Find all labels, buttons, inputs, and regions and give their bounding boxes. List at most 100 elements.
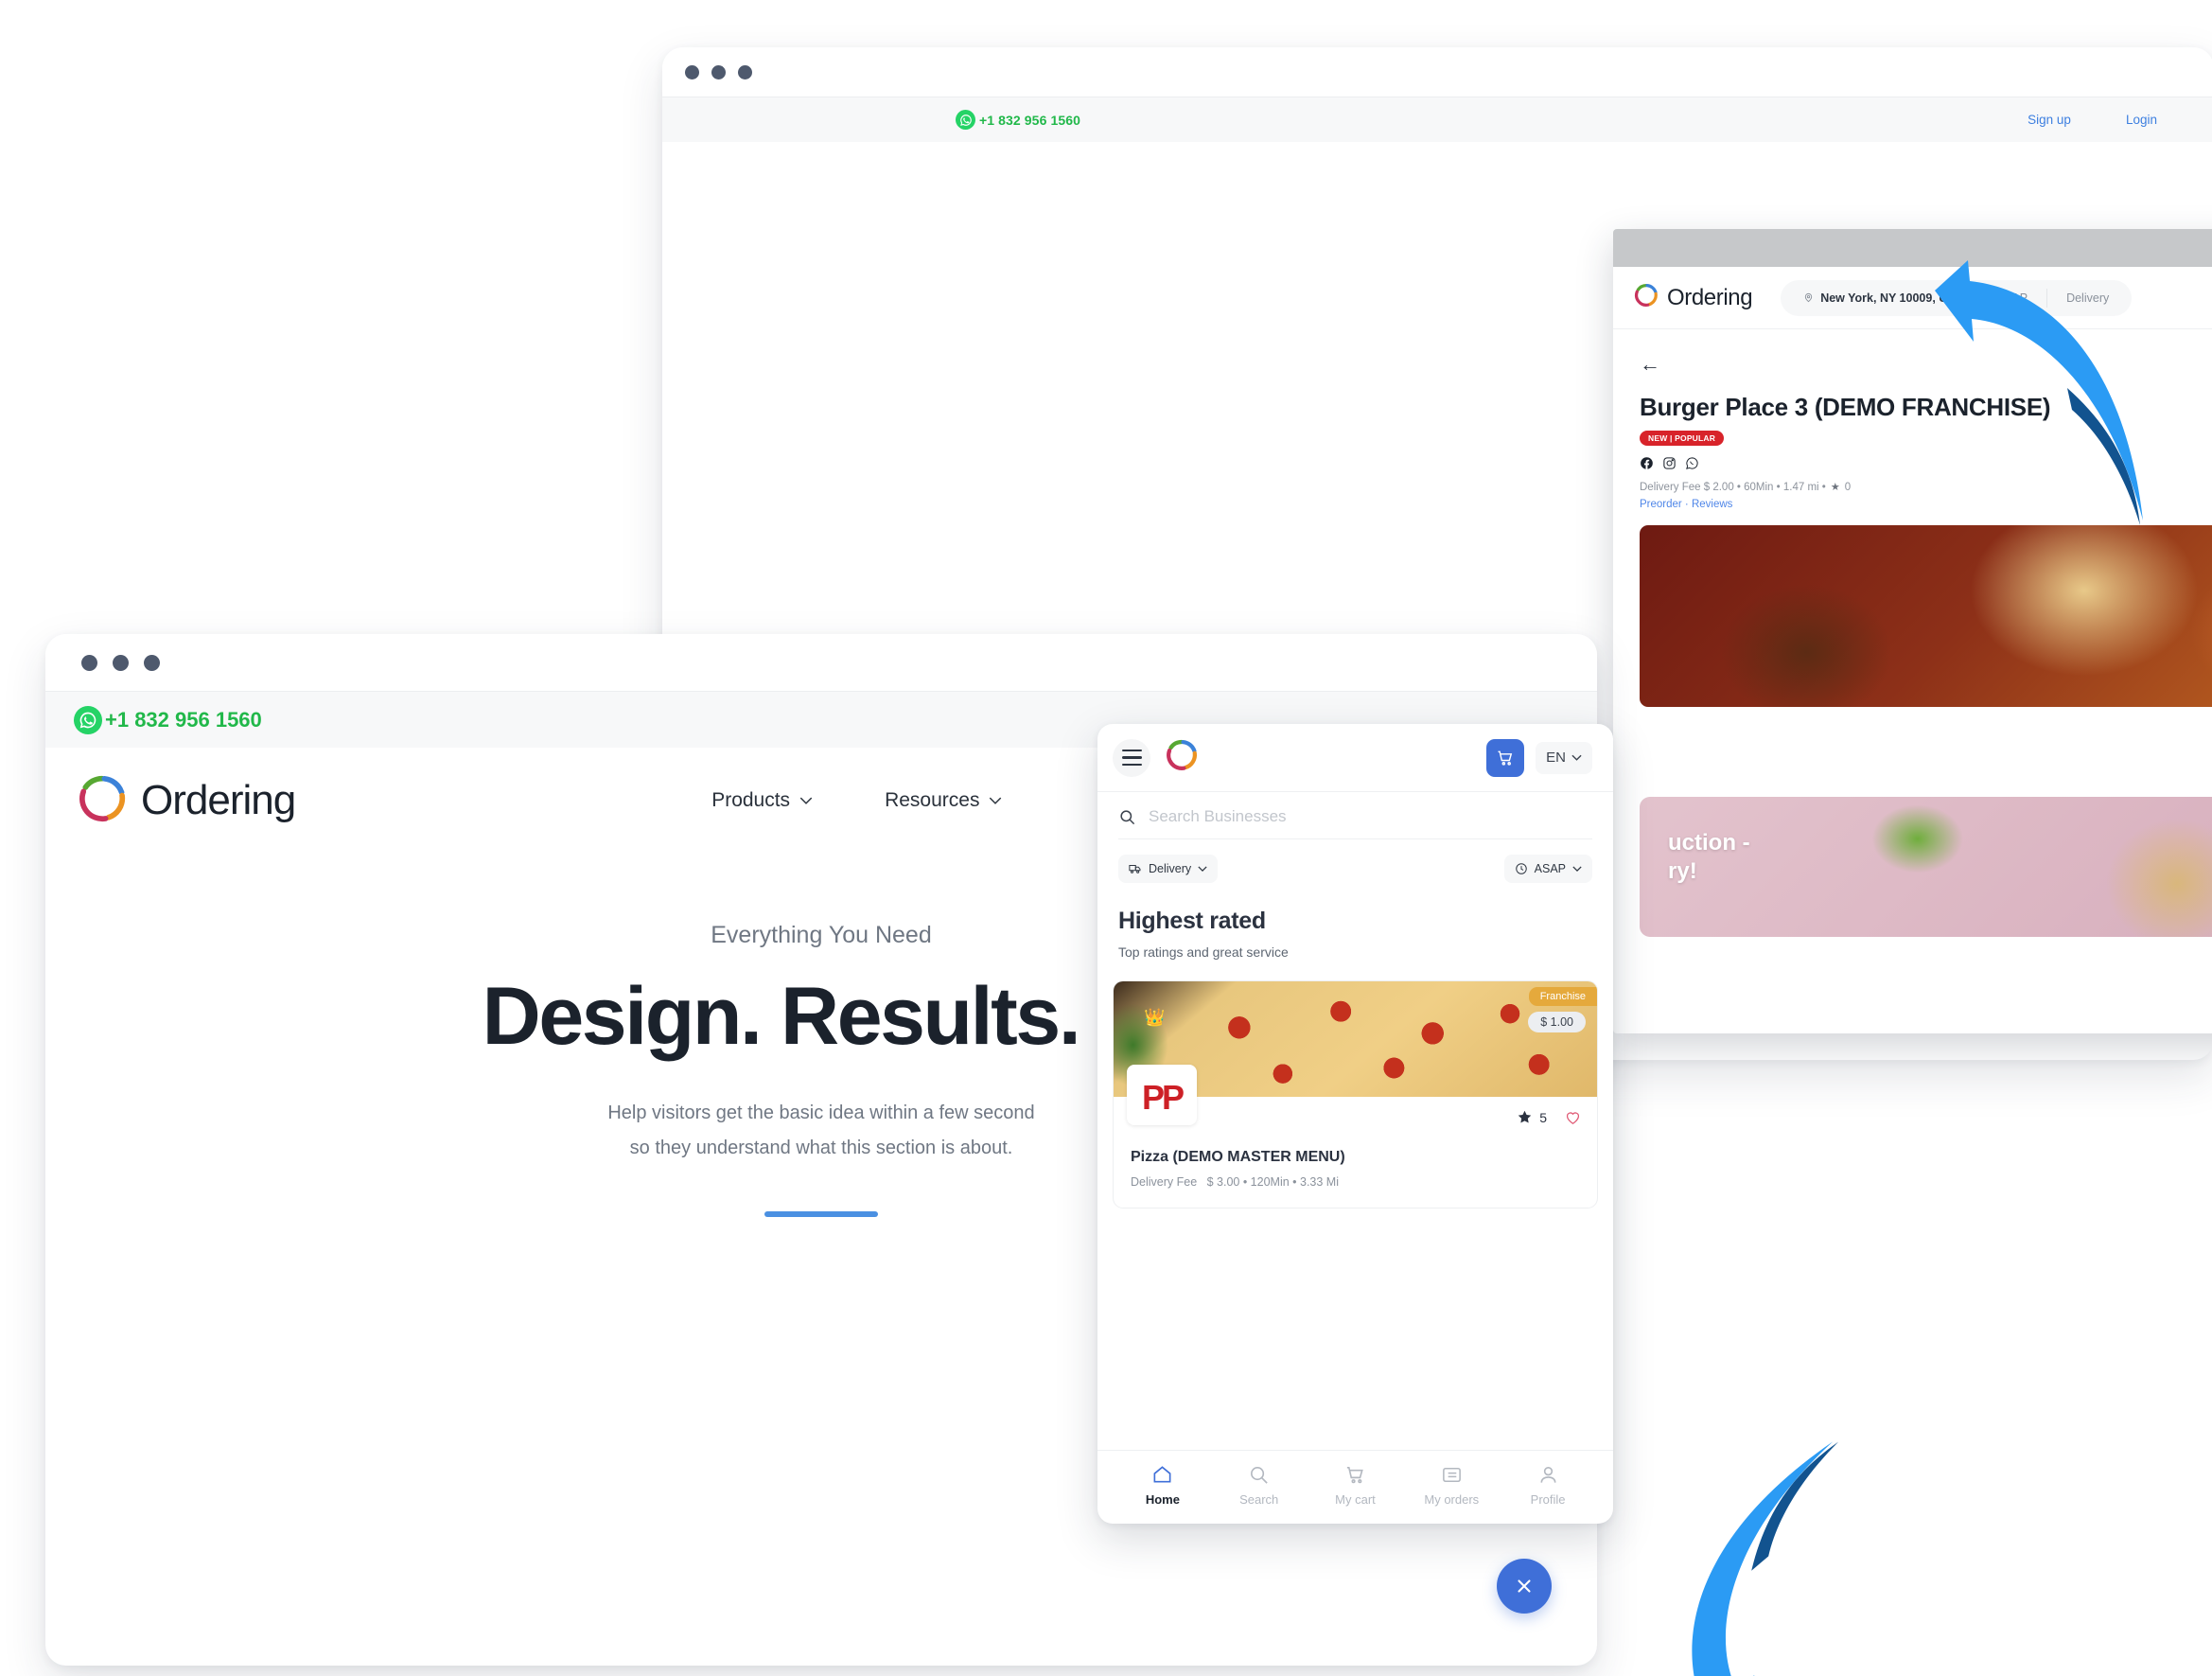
nav-tab-label: My orders — [1424, 1492, 1480, 1507]
restaurant-hero-image: i — [1640, 525, 2212, 707]
pin-icon — [1805, 292, 1813, 303]
time-filter-label: ASAP — [1534, 862, 1566, 875]
section-subtitle: Top ratings and great service — [1118, 944, 1289, 960]
nav-item-products[interactable]: Products — [711, 789, 813, 812]
ordering-ring-icon — [78, 774, 127, 828]
rating: 5 — [1517, 1109, 1547, 1125]
brand-logo[interactable]: Ordering — [78, 774, 296, 828]
signup-link[interactable]: Sign up — [2028, 113, 2071, 127]
person-icon — [1540, 1467, 1556, 1483]
status-badge: NEW | POPULAR — [1640, 431, 1725, 446]
window-dot-close[interactable] — [81, 654, 97, 671]
whatsapp-icon — [956, 110, 975, 130]
chevron-down-icon — [799, 797, 813, 804]
cart-icon — [1346, 1467, 1363, 1484]
screenshot-canvas: +1 832 956 1560 Sign up Login X — [0, 0, 2212, 1676]
chevron-down-icon — [1198, 866, 1207, 872]
price-tag: $ 1.00 — [1528, 1012, 1586, 1032]
section-title: Highest rated — [1118, 908, 1266, 934]
window-titlebar — [662, 47, 2212, 97]
whatsapp-icon — [74, 705, 102, 734]
nav-tab-my-orders[interactable]: My orders — [1403, 1464, 1500, 1507]
nav-tab-search[interactable]: Search — [1211, 1464, 1308, 1507]
orders-list-icon — [1442, 1468, 1461, 1482]
whatsapp-contact[interactable]: +1 832 956 1560 — [74, 705, 262, 734]
facebook-icon[interactable] — [1640, 456, 1654, 470]
nav-tab-label: My cart — [1335, 1492, 1376, 1507]
crown-icon: 👑 — [1144, 1008, 1166, 1027]
topbar-links: Sign up Login — [2028, 113, 2174, 127]
search-section: Search Businesses — [1097, 792, 1613, 839]
instagram-icon[interactable] — [1662, 456, 1677, 470]
nav-tab-my-cart[interactable]: My cart — [1308, 1464, 1404, 1507]
nav-tab-profile[interactable]: Profile — [1500, 1464, 1596, 1507]
login-link[interactable]: Login — [2126, 113, 2157, 127]
highest-rated-section: Highest rated Top ratings and great serv… — [1097, 883, 1613, 960]
site-topbar: +1 832 956 1560 Sign up Login — [662, 97, 2212, 142]
delivery-filter-chip[interactable]: Delivery — [1118, 855, 1219, 883]
promo-line-2: ry! — [1668, 858, 1697, 884]
promo-text: uction - ry! — [1668, 829, 1750, 886]
nav-tab-label: Search — [1239, 1492, 1279, 1507]
search-icon — [1120, 809, 1135, 824]
phone-number: +1 832 956 1560 — [979, 112, 1080, 128]
close-x-icon[interactable] — [1497, 1559, 1552, 1614]
rating-value: 0 — [1844, 481, 1852, 493]
mobile-header-actions: EN — [1486, 738, 1592, 777]
search-placeholder: Search Businesses — [1149, 807, 1287, 825]
list-item[interactable]: 👑 Franchise $ 1.00 PP 5 Pizza (DEMO MAST… — [1113, 980, 1598, 1208]
window-dot-maximize[interactable] — [144, 654, 160, 671]
nav-tab-home[interactable]: Home — [1115, 1464, 1211, 1507]
whatsapp-icon[interactable] — [1685, 456, 1699, 470]
mobile-app-panel: EN Search Businesses Delivery ASAP Highe… — [1097, 724, 1613, 1524]
window-dot-maximize[interactable] — [738, 64, 752, 79]
window-dot-close[interactable] — [685, 64, 699, 79]
brand-name: Ordering — [141, 777, 296, 823]
brand-logo[interactable]: Ordering — [1634, 283, 1753, 312]
home-icon — [1153, 1466, 1171, 1483]
promo-banner[interactable]: uction - ry! — [1640, 797, 2212, 937]
business-image: 👑 Franchise $ 1.00 PP — [1114, 981, 1597, 1125]
star-icon: ★ — [1830, 482, 1840, 493]
nav-tab-label: Profile — [1530, 1492, 1566, 1507]
filter-chips: Delivery ASAP — [1097, 839, 1613, 883]
mobile-header: EN — [1097, 724, 1613, 792]
nav-menu: Products Resources — [711, 789, 1002, 812]
delivery-truck-icon — [1129, 865, 1141, 873]
meta-text: Delivery Fee $ 2.00 • 60Min • 1.47 mi • — [1640, 481, 1826, 493]
language-selector[interactable]: EN — [1536, 741, 1592, 774]
business-logo-text: PP — [1141, 1077, 1185, 1117]
language-label: EN — [1546, 750, 1566, 766]
nav-tab-label: Home — [1145, 1492, 1180, 1507]
star-icon — [1518, 1110, 1532, 1123]
phone-number: +1 832 956 1560 — [105, 707, 262, 732]
business-logo: PP — [1127, 1065, 1197, 1125]
curved-arrow-icon — [1935, 260, 2143, 525]
business-name: Pizza (DEMO MASTER MENU) — [1131, 1149, 1345, 1165]
search-input[interactable]: Search Businesses — [1118, 807, 1592, 839]
whatsapp-contact[interactable]: +1 832 956 1560 — [956, 110, 1080, 130]
delivery-filter-label: Delivery — [1149, 862, 1192, 875]
cart-icon[interactable] — [1486, 738, 1525, 777]
search-icon — [1251, 1467, 1268, 1484]
clock-icon — [1515, 863, 1527, 874]
ordering-ring-icon[interactable] — [1166, 739, 1198, 776]
ordering-ring-icon — [1634, 283, 1659, 312]
brand-name: Ordering — [1667, 284, 1753, 310]
rating-value: 5 — [1539, 1109, 1547, 1125]
business-info: Pizza (DEMO MASTER MENU) Delivery Fee $ … — [1114, 1126, 1597, 1208]
nav-item-resources[interactable]: Resources — [885, 789, 1002, 812]
curved-arrow-icon — [1685, 1441, 1839, 1676]
window-dot-minimize[interactable] — [711, 64, 726, 79]
business-fee: Delivery Fee $ 3.00 • 120Min • 3.33 Mi — [1131, 1175, 1580, 1189]
franchise-tag: Franchise — [1528, 987, 1597, 1006]
window-titlebar — [45, 634, 1597, 691]
back-arrow-icon[interactable]: ← — [1640, 354, 1660, 375]
fee-label: Delivery Fee — [1131, 1175, 1198, 1189]
time-filter-chip[interactable]: ASAP — [1503, 855, 1592, 883]
window-dot-minimize[interactable] — [113, 654, 129, 671]
fee-detail: $ 3.00 • 120Min • 3.33 Mi — [1206, 1175, 1339, 1189]
chevron-down-icon — [990, 797, 1002, 804]
hamburger-menu-icon[interactable] — [1113, 738, 1150, 777]
heart-icon[interactable] — [1564, 1108, 1582, 1126]
